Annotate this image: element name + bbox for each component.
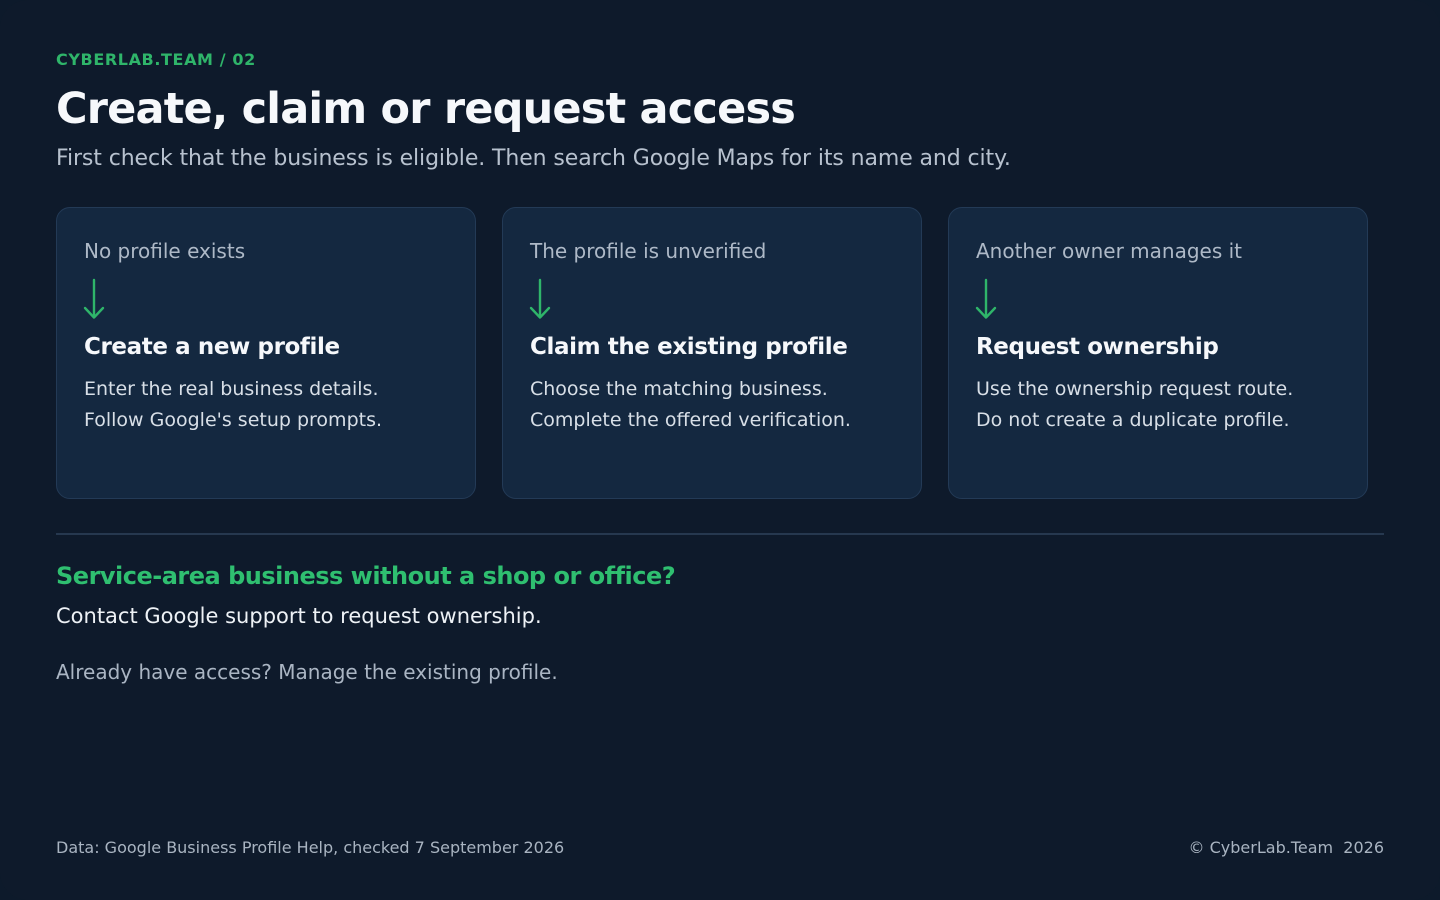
card-detail: Use the ownership request route. Do not … xyxy=(976,374,1341,436)
arrow-down-icon xyxy=(529,278,551,319)
slide: CYBERLAB.TEAM / 02 Create, claim or requ… xyxy=(0,0,1440,900)
card-action: Claim the existing profile xyxy=(530,334,848,360)
card-detail: Enter the real business details. Follow … xyxy=(84,374,449,436)
card-action: Create a new profile xyxy=(84,334,340,360)
card-detail-line: Choose the matching business. xyxy=(530,378,828,400)
footer-source: Data: Google Business Profile Help, chec… xyxy=(56,838,565,857)
card-claim-profile: The profile is unverified Claim the exis… xyxy=(502,207,922,499)
card-detail-line: Follow Google's setup prompts. xyxy=(84,409,383,431)
page-subtitle: First check that the business is eligibl… xyxy=(56,146,1011,171)
card-detail: Choose the matching business. Complete t… xyxy=(530,374,895,436)
card-condition: The profile is unverified xyxy=(530,239,767,263)
note-text: Contact Google support to request owners… xyxy=(56,604,542,628)
card-condition: Another owner manages it xyxy=(976,239,1242,263)
option-cards: No profile exists Create a new profile E… xyxy=(56,207,1368,499)
card-request-ownership: Another owner manages it Request ownersh… xyxy=(948,207,1368,499)
eyebrow-label: CYBERLAB.TEAM / 02 xyxy=(56,50,256,69)
note-heading: Service-area business without a shop or … xyxy=(56,562,676,590)
card-create-profile: No profile exists Create a new profile E… xyxy=(56,207,476,499)
footer-copyright: © CyberLab.Team 2026 xyxy=(1188,838,1384,857)
section-divider xyxy=(56,533,1384,535)
card-condition: No profile exists xyxy=(84,239,246,263)
card-action: Request ownership xyxy=(976,334,1219,360)
arrow-down-icon xyxy=(975,278,997,319)
card-detail-line: Do not create a duplicate profile. xyxy=(976,409,1290,431)
card-detail-line: Use the ownership request route. xyxy=(976,378,1294,400)
note-secondary: Already have access? Manage the existing… xyxy=(56,660,558,684)
card-detail-line: Enter the real business details. xyxy=(84,378,379,400)
arrow-down-icon xyxy=(83,278,105,319)
page-title: Create, claim or request access xyxy=(56,84,796,134)
card-detail-line: Complete the offered verification. xyxy=(530,409,851,431)
